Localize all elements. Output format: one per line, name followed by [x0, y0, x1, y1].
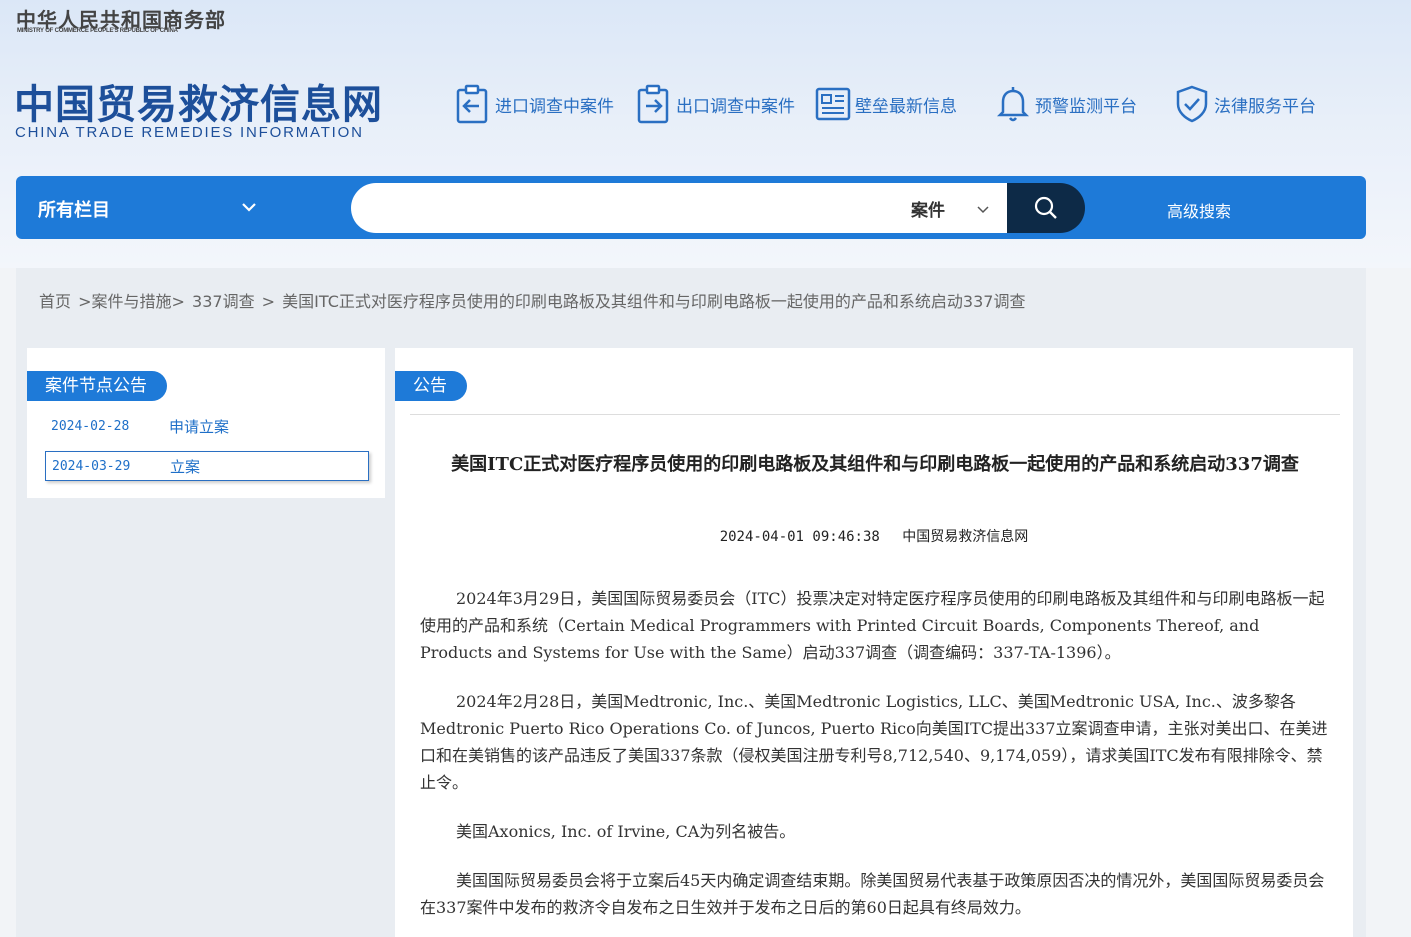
nav-warning-platform[interactable]: 预警监测平台 — [995, 84, 1137, 124]
article-title: 美国ITC正式对医疗程序员使用的印刷电路板及其组件和与印刷电路板一起使用的产品和… — [451, 454, 1299, 475]
article-timestamp: 2024-04-01 09:46:38 — [719, 529, 880, 545]
nav-legal-platform[interactable]: 法律服务平台 — [1174, 84, 1316, 124]
announcement-tab: 公告 — [395, 371, 467, 401]
breadcrumb-current: 美国ITC正式对医疗程序员使用的印刷电路板及其组件和与印刷电路板一起使用的产品和… — [282, 292, 1026, 311]
nav-warning-platform-label: 预警监测平台 — [1035, 96, 1137, 117]
search-bar: 所有栏目 案件 高级搜索 — [16, 176, 1366, 239]
advanced-search-link[interactable]: 高级搜索 — [1167, 198, 1231, 222]
case-node-date: 2024-02-28 — [51, 418, 130, 434]
case-node-label: 立案 — [170, 457, 201, 476]
article-paragraph: 2024年3月29日，美国国际贸易委员会（ITC）投票决定对特定医疗程序员使用的… — [420, 589, 1325, 662]
nav-import-cases[interactable]: 进口调查中案件 — [455, 84, 614, 124]
site-logo-subtitle: CHINA TRADE REMEDIES INFORMATION — [15, 124, 364, 141]
article-panel: 公告 美国ITC正式对医疗程序员使用的印刷电路板及其组件和与印刷电路板一起使用的… — [395, 348, 1353, 937]
case-node-date: 2024-03-29 — [52, 458, 131, 474]
article-paragraph: 2024年2月28日，美国Medtronic, Inc.、美国Medtronic… — [420, 692, 1328, 792]
site-logo-title[interactable]: 中国贸易救济信息网 — [14, 72, 383, 130]
case-node-heading: 案件节点公告 — [27, 371, 167, 401]
breadcrumb-337[interactable]: 337调查 — [192, 292, 255, 311]
bell-icon — [996, 87, 1030, 122]
search-icon — [1034, 196, 1057, 219]
nav-legal-platform-label: 法律服务平台 — [1214, 96, 1316, 117]
breadcrumb-separator: > — [261, 292, 276, 311]
category-dropdown-label[interactable]: 所有栏目 — [38, 196, 110, 222]
nav-export-cases[interactable]: 出口调查中案件 — [636, 84, 795, 124]
article-paragraph: 美国Axonics, Inc. of Irvine, CA为列名被告。 — [456, 822, 796, 841]
nav-barrier-news[interactable]: 壁垒最新信息 — [815, 84, 957, 124]
nav-export-cases-label: 出口调查中案件 — [676, 96, 795, 117]
import-clipboard-icon — [456, 84, 488, 124]
news-document-icon — [815, 87, 851, 121]
breadcrumb-cases[interactable]: >案件与措施> — [78, 292, 185, 311]
search-button[interactable] — [1007, 183, 1085, 233]
export-clipboard-icon — [637, 84, 669, 124]
nav-barrier-news-label: 壁垒最新信息 — [855, 96, 957, 117]
article-meta: 2024-04-01 09:46:38 中国贸易救济信息网 — [395, 526, 1353, 546]
article-source: 中国贸易救济信息网 — [902, 529, 1029, 545]
search-type-select[interactable]: 案件 — [911, 196, 945, 221]
ministry-name-en: MINISTRY OF COMMERCE PEOPLE'S REPUBLIC O… — [17, 28, 178, 34]
breadcrumb: 首页 >案件与措施> 337调查 > 美国ITC正式对医疗程序员使用的印刷电路板… — [39, 288, 1027, 312]
divider — [410, 414, 1340, 415]
chevron-down-icon[interactable] — [240, 198, 258, 216]
breadcrumb-home[interactable]: 首页 — [39, 292, 71, 311]
article-paragraph: 美国国际贸易委员会将于立案后45天内确定调查结束期。除美国贸易代表基于政策原因否… — [420, 871, 1325, 917]
case-node-label: 申请立案 — [169, 417, 230, 436]
chevron-down-icon[interactable] — [976, 202, 990, 216]
case-node-item[interactable]: 2024-02-28 申请立案 — [45, 411, 369, 441]
nav-import-cases-label: 进口调查中案件 — [495, 96, 614, 117]
shield-check-icon — [1176, 85, 1208, 123]
case-node-item-active[interactable]: 2024-03-29 立案 — [45, 451, 369, 481]
article-body: 2024年3月29日，美国国际贸易委员会（ITC）投票决定对特定医疗程序员使用的… — [420, 585, 1332, 937]
case-node-panel: 案件节点公告 2024-02-28 申请立案 2024-03-29 立案 — [27, 348, 385, 498]
